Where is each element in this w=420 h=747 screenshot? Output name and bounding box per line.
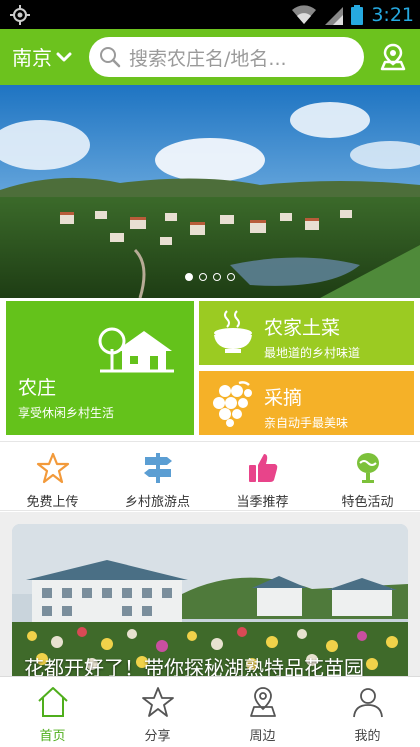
city-selector[interactable]: 南京 (12, 42, 72, 71)
banner-image (0, 85, 420, 298)
battery-icon (351, 4, 364, 25)
nav-label: 首页 (39, 729, 66, 744)
category-food-title: 农家土菜 (264, 317, 341, 339)
home-icon (37, 687, 68, 717)
category-pick-title: 采摘 (264, 387, 303, 409)
quick-link-label: 免费上传 (26, 495, 79, 510)
star-icon (36, 452, 69, 484)
nav-nearby[interactable]: 周边 (210, 677, 315, 747)
category-pick-subtitle: 亲自动手最美味 (264, 416, 349, 430)
feature-section: 花都开好了！带你探秘湖熟特品花苗园 (0, 512, 420, 684)
category-pick[interactable]: 采摘 亲自动手最美味 (199, 371, 414, 435)
signpost-icon (143, 453, 172, 483)
activity-icon (356, 453, 379, 483)
chevron-down-icon (56, 52, 72, 61)
carousel-dot[interactable] (213, 273, 221, 281)
category-farm-title: 农庄 (18, 377, 57, 399)
quick-link-upload[interactable]: 免费上传 (0, 442, 105, 510)
feature-card[interactable]: 花都开好了！带你探秘湖熟特品花苗园 (12, 524, 408, 684)
bowl-icon (214, 310, 252, 353)
category-farm[interactable]: 农庄 享受休闲乡村生活 (6, 301, 194, 435)
signal-icon (325, 6, 344, 25)
grapes-icon (213, 381, 252, 427)
bottom-nav: 首页 分享 周边 我的 (0, 676, 420, 747)
thumbs-up-icon (248, 454, 277, 482)
quick-link-tourism[interactable]: 乡村旅游点 (105, 442, 210, 510)
nav-share[interactable]: 分享 (105, 677, 210, 747)
carousel-dot[interactable] (185, 273, 193, 281)
quick-link-label: 当季推荐 (236, 495, 289, 510)
nav-profile[interactable]: 我的 (315, 677, 420, 747)
quick-link-label: 特色活动 (341, 495, 394, 510)
carousel-indicator (185, 273, 235, 281)
nav-label: 我的 (354, 729, 381, 744)
wifi-icon (292, 4, 317, 24)
location-icon[interactable] (378, 42, 408, 72)
carousel-dot[interactable] (227, 273, 235, 281)
nav-label: 分享 (144, 729, 171, 744)
search-input[interactable]: 搜索农庄名/地名... (89, 37, 364, 77)
city-label: 南京 (12, 46, 52, 70)
carousel-dot[interactable] (199, 273, 207, 281)
status-bar: 3:21 (0, 0, 420, 29)
nav-label: 周边 (249, 729, 276, 744)
category-food[interactable]: 农家土菜 最地道的乡村味道 (199, 301, 414, 365)
location-icon (249, 687, 276, 717)
category-food-subtitle: 最地道的乡村味道 (264, 346, 361, 360)
quick-link-label: 乡村旅游点 (124, 495, 190, 510)
quick-link-activities[interactable]: 特色活动 (315, 442, 420, 510)
quick-link-seasonal[interactable]: 当季推荐 (210, 442, 315, 510)
banner-carousel[interactable] (0, 85, 420, 298)
category-farm-subtitle: 享受休闲乡村生活 (18, 406, 115, 420)
search-placeholder: 搜索农庄名/地名... (129, 47, 287, 70)
gps-icon (10, 5, 30, 25)
top-bar: 南京 搜索农庄名/地名... (0, 29, 420, 85)
quick-links: 免费上传 乡村旅游点 当季推荐 特色活动 (0, 441, 420, 511)
user-icon (352, 688, 383, 718)
search-icon (100, 47, 121, 68)
farmhouse-icon (98, 327, 174, 373)
clock: 3:21 (371, 3, 414, 26)
star-icon (141, 687, 174, 717)
nav-home[interactable]: 首页 (0, 677, 105, 747)
